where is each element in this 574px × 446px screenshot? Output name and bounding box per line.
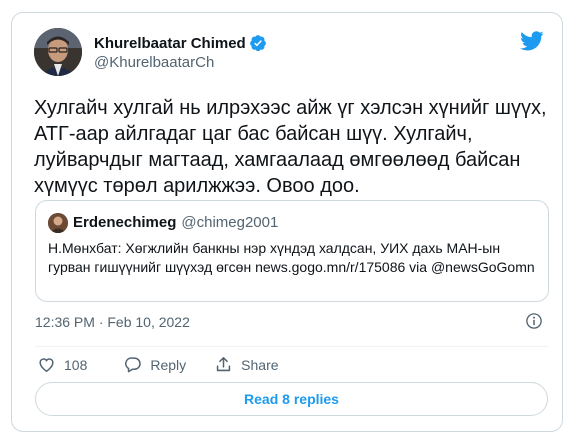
quoted-author-name: Erdenechimeg bbox=[73, 214, 177, 231]
quoted-tweet[interactable]: Erdenechimeg @chimeg2001 Н.Мөнхбат: Хөгж… bbox=[35, 200, 549, 302]
tweet-text: Хулгайч хулгай нь илрэхээс айж үг хэлсэн… bbox=[34, 97, 547, 197]
like-button[interactable]: 108 bbox=[37, 355, 87, 374]
quoted-author-avatar bbox=[48, 213, 68, 233]
heart-icon bbox=[39, 358, 54, 373]
tweet-card: Khurelbaatar Chimed @KhurelbaatarCh Хулг… bbox=[11, 12, 563, 432]
author-handle[interactable]: @KhurelbaatarCh bbox=[94, 54, 214, 71]
tweet-timestamp[interactable]: 12:36 PM · Feb 10, 2022 bbox=[35, 314, 190, 330]
author-name[interactable]: Khurelbaatar Chimed bbox=[94, 35, 246, 52]
quoted-text: Н.Мөнхбат: Хөгжлийн банкны нэр хүндэд ха… bbox=[48, 240, 535, 275]
read-replies-button[interactable]: Read 8 replies bbox=[35, 382, 548, 416]
action-bar: 108 Reply Share bbox=[37, 355, 307, 374]
quoted-author-handle: @chimeg2001 bbox=[181, 214, 279, 231]
comment-bubble-icon bbox=[125, 357, 142, 373]
share-arrow-icon bbox=[216, 357, 231, 372]
share-label: Share bbox=[241, 356, 279, 373]
quoted-header: Erdenechimeg @chimeg2001 bbox=[73, 214, 278, 231]
divider bbox=[35, 346, 548, 347]
reply-button[interactable]: Reply bbox=[123, 355, 186, 374]
reply-label: Reply bbox=[150, 356, 187, 373]
author-name-row[interactable]: Khurelbaatar Chimed bbox=[94, 34, 267, 52]
author-avatar[interactable] bbox=[34, 28, 82, 76]
info-icon[interactable] bbox=[525, 312, 543, 330]
twitter-bird-icon[interactable] bbox=[520, 31, 544, 51]
like-count: 108 bbox=[64, 356, 88, 373]
share-button[interactable]: Share bbox=[214, 355, 279, 374]
verified-badge-icon bbox=[249, 35, 266, 52]
